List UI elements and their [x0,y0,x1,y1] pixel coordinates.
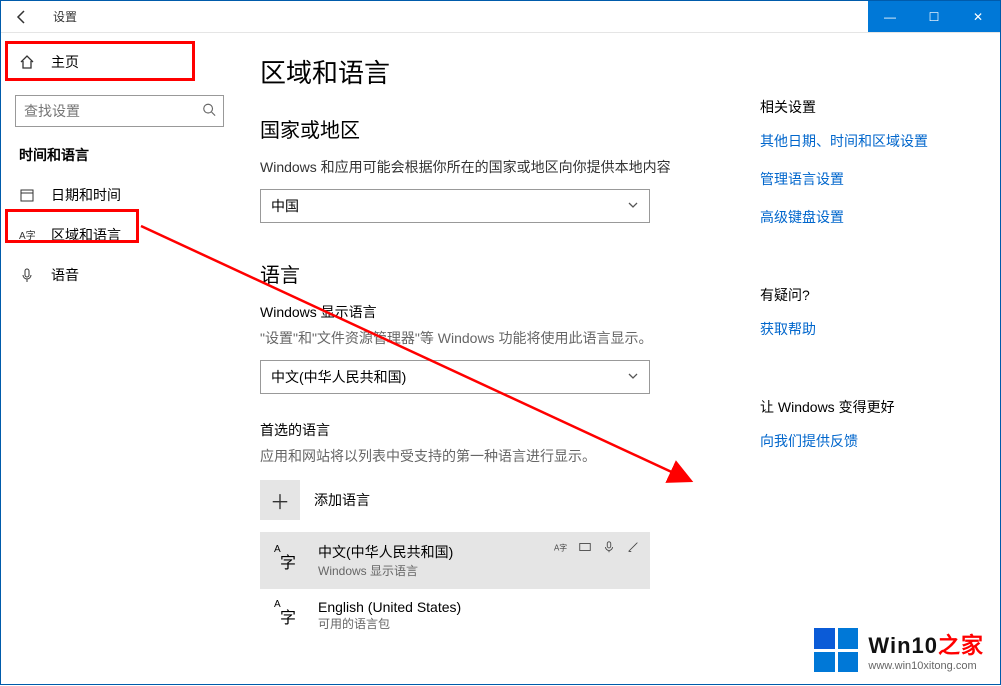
watermark-logo-icon [814,628,858,672]
main: 区域和语言 国家或地区 Windows 和应用可能会根据你所在的国家或地区向你提… [238,33,1000,684]
language-name: 中文(中华人民共和国) [318,542,453,562]
related-link-language-admin[interactable]: 管理语言设置 [760,169,970,189]
arrow-left-icon [15,9,31,25]
related-link-keyboard[interactable]: 高级键盘设置 [760,207,970,227]
search-wrap [15,95,224,127]
text-to-speech-icon [578,540,592,557]
language-name: English (United States) [318,599,461,615]
speech-microphone-icon [602,540,616,557]
better-heading: 让 Windows 变得更好 [760,397,970,417]
country-select[interactable]: 中国 [260,189,650,223]
minimize-button[interactable]: — [868,1,912,32]
sidebar-item-label: 语音 [51,265,79,285]
region-heading: 国家或地区 [260,114,680,143]
language-sub: Windows 显示语言 [318,562,453,579]
maximize-button[interactable]: ☐ [912,1,956,32]
plus-icon: ＋ [260,480,300,520]
content-column: 区域和语言 国家或地区 Windows 和应用可能会根据你所在的国家或地区向你提… [260,53,680,684]
microphone-icon [19,267,39,283]
watermark: Win10之家 www.win10xitong.com [814,628,984,672]
preferred-languages-label: 首选的语言 [260,420,680,440]
search-icon [202,103,216,120]
calendar-icon [19,187,39,203]
titlebar: 设置 — ☐ ✕ [1,1,1000,33]
language-icon: A字 [19,227,39,243]
home-button[interactable]: 主页 [1,43,238,81]
close-button[interactable]: ✕ [956,1,1000,32]
svg-text:A字: A字 [554,543,567,553]
watermark-brand-b: 之家 [938,633,984,658]
related-link-date-region[interactable]: 其他日期、时间和区域设置 [760,131,970,151]
sidebar-item-speech[interactable]: 语音 [1,255,238,295]
chevron-down-icon [627,199,639,214]
watermark-url: www.win10xitong.com [868,660,984,672]
add-language-button[interactable]: ＋ 添加语言 [260,478,680,522]
display-language-icon: A字 [554,540,568,557]
sidebar-item-datetime[interactable]: 日期和时间 [1,175,238,215]
back-button[interactable] [1,1,45,32]
display-language-label: Windows 显示语言 [260,302,680,322]
search-input[interactable] [15,95,224,127]
watermark-brand-a: Win10 [868,633,938,658]
home-label: 主页 [51,52,79,72]
window-title: 设置 [45,1,77,32]
display-language-select[interactable]: 中文(中华人民共和国) [260,360,650,394]
language-sub: 可用的语言包 [318,615,461,632]
add-language-label: 添加语言 [314,490,370,510]
language-heading: 语言 [260,259,680,288]
sidebar-item-region-language[interactable]: A字 区域和语言 [1,215,238,255]
chevron-down-icon [627,370,639,385]
country-value: 中国 [271,196,299,216]
language-item-chinese[interactable]: 字 中文(中华人民共和国) Windows 显示语言 A字 [260,532,650,589]
language-glyph-icon: 字 [272,600,304,632]
get-help-link[interactable]: 获取帮助 [760,319,970,339]
region-desc: Windows 和应用可能会根据你所在的国家或地区向你提供本地内容 [260,157,680,177]
display-language-desc: "设置"和"文件资源管理器"等 Windows 功能将使用此语言显示。 [260,328,680,348]
svg-text:A字: A字 [19,229,35,242]
language-item-english[interactable]: 字 English (United States) 可用的语言包 [260,589,650,642]
sidebar: 主页 时间和语言 日期和时间 A字 区域和语言 语音 [1,33,238,684]
home-icon [19,54,39,70]
language-feature-icons: A字 [554,540,640,557]
question-heading: 有疑问? [760,285,970,305]
related-settings-heading: 相关设置 [760,97,970,117]
window-controls: — ☐ ✕ [868,1,1000,32]
sidebar-group-title: 时间和语言 [1,145,238,175]
sidebar-item-label: 区域和语言 [51,225,121,245]
display-language-value: 中文(中华人民共和国) [271,367,406,387]
sidebar-item-label: 日期和时间 [51,185,121,205]
language-glyph-icon: 字 [272,545,304,577]
feedback-link[interactable]: 向我们提供反馈 [760,431,970,451]
page-title: 区域和语言 [260,53,680,90]
right-column: 相关设置 其他日期、时间和区域设置 管理语言设置 高级键盘设置 有疑问? 获取帮… [760,53,970,684]
preferred-languages-desc: 应用和网站将以列表中受支持的第一种语言进行显示。 [260,446,680,466]
handwriting-icon [626,540,640,557]
